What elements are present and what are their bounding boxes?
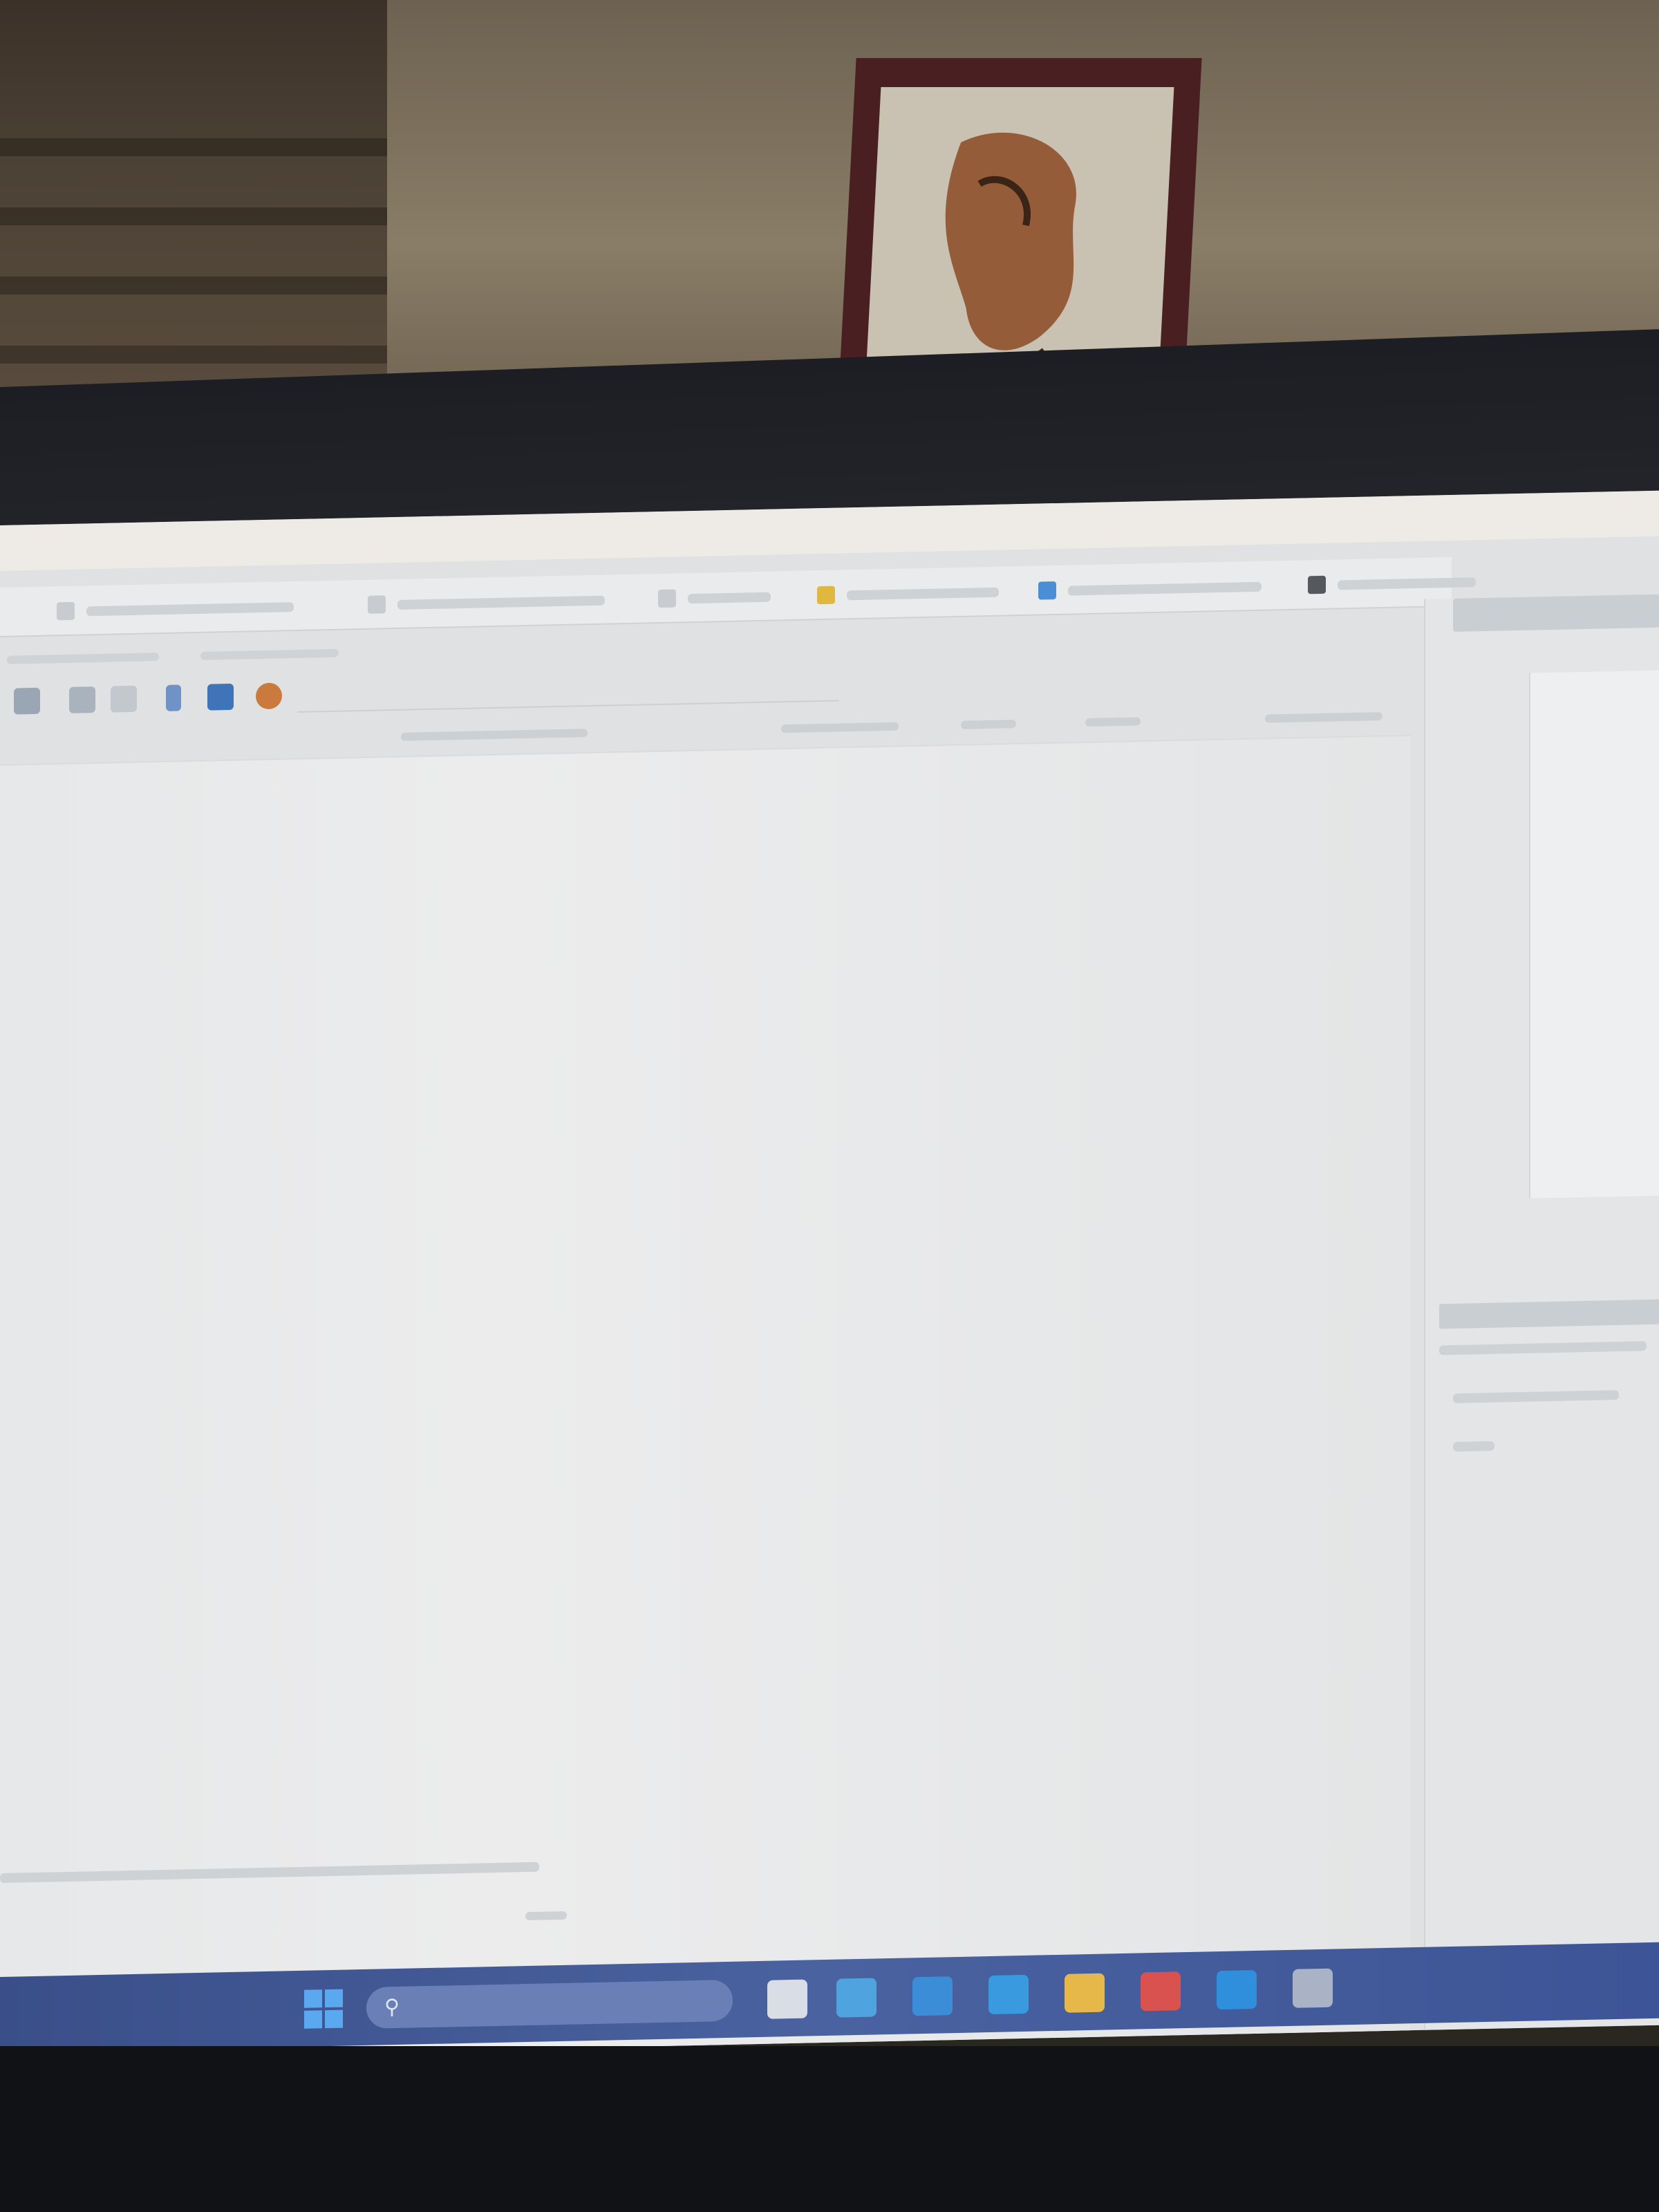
discard-button[interactable]	[359, 580, 613, 623]
sort-icon[interactable]	[207, 683, 234, 711]
import-icon	[1038, 581, 1056, 600]
blind-slat	[0, 346, 387, 364]
refresh-icon	[658, 589, 676, 608]
edit-icon	[57, 601, 75, 621]
chat-icon[interactable]	[912, 1976, 953, 2016]
blind-slat	[0, 207, 387, 225]
lock-icon	[1308, 575, 1326, 594]
screen	[0, 490, 1659, 2061]
pagination[interactable]	[525, 1903, 567, 1925]
filter-input[interactable]	[297, 671, 839, 713]
subtab-data[interactable]	[7, 646, 159, 669]
subtab-structure[interactable]	[200, 643, 339, 665]
settings-icon[interactable]	[1293, 1968, 1333, 2008]
properties-panel-header	[1453, 594, 1659, 632]
paste-icon[interactable]	[111, 685, 137, 713]
clear-filter-icon[interactable]	[256, 682, 282, 710]
page-indicator	[525, 1911, 567, 1921]
task-view-icon[interactable]	[767, 1979, 807, 2019]
table-body[interactable]	[0, 736, 1410, 2061]
search-icon: ⚲	[384, 1995, 400, 2019]
start-icon[interactable]	[304, 1989, 343, 2029]
window-blinds	[0, 0, 387, 429]
edge-icon[interactable]	[988, 1974, 1029, 2015]
discard-icon	[368, 595, 386, 614]
edit-button[interactable]	[48, 587, 302, 630]
export-icon	[817, 585, 835, 605]
monitor-brand-logo	[691, 2115, 871, 2157]
copy-icon[interactable]	[69, 686, 95, 713]
export-button[interactable]	[809, 572, 1007, 613]
widgets-icon[interactable]	[836, 1978, 877, 2018]
store-icon[interactable]	[1141, 1971, 1181, 2012]
taskbar-search[interactable]: ⚲	[366, 1979, 733, 2029]
vscode-icon[interactable]	[1217, 1969, 1257, 2010]
panel-section-bar[interactable]	[1439, 1299, 1659, 1329]
value-editor[interactable]	[1529, 670, 1659, 1199]
refresh-button[interactable]	[650, 577, 779, 617]
properties-panel	[1424, 594, 1659, 2030]
import-button[interactable]	[1030, 567, 1270, 609]
blind-slat	[0, 138, 387, 156]
blind-slat	[0, 276, 387, 294]
lock-button[interactable]	[1300, 562, 1484, 603]
file-explorer-icon[interactable]	[1065, 1973, 1105, 2013]
save-icon[interactable]	[14, 687, 40, 715]
filter-icon[interactable]	[166, 684, 181, 711]
